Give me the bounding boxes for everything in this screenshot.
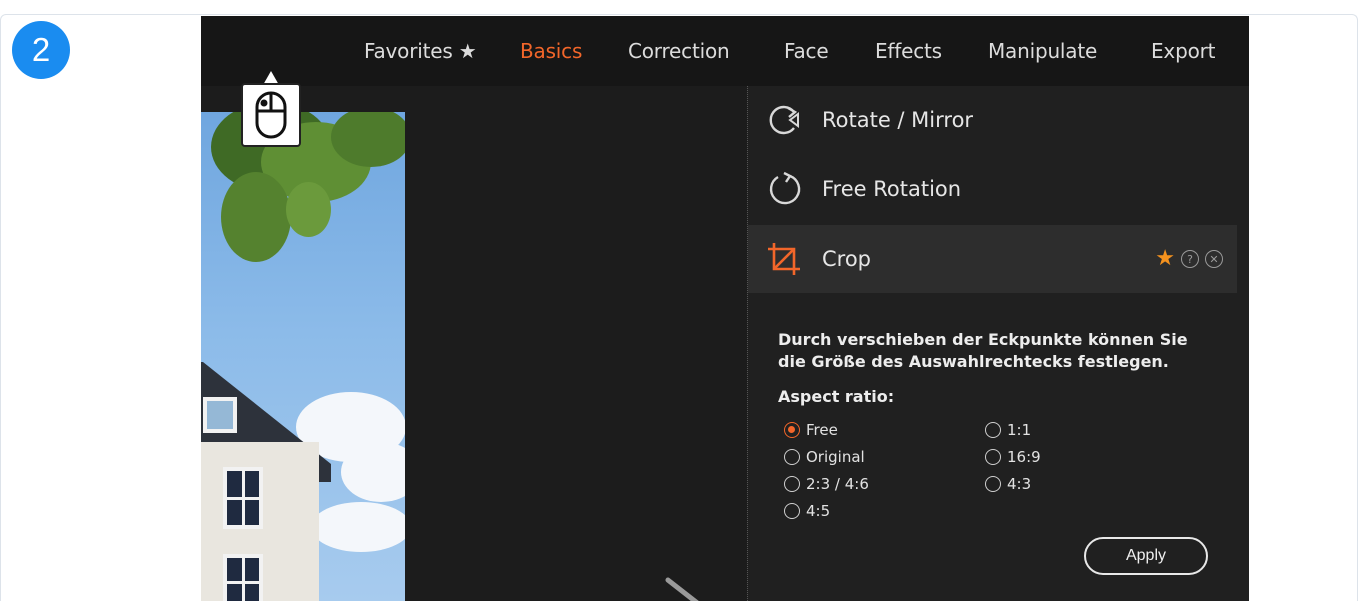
cloud (311, 502, 405, 552)
photo-editor-window: Favorites ★ Basics Correction Face Effec… (201, 16, 1249, 601)
aspect-option-label: 1:1 (1007, 421, 1032, 439)
tools-panel: Rotate / Mirror Free Rotation Crop ★ ? ✕… (747, 86, 1249, 601)
tool-label: Free Rotation (822, 177, 962, 201)
aspect-option-label: 16:9 (1007, 448, 1041, 466)
tool-rotate-mirror[interactable]: Rotate / Mirror (748, 86, 1237, 154)
apply-button[interactable]: Apply (1084, 537, 1208, 575)
free-rotation-icon (769, 171, 801, 205)
aspect-option-2-3[interactable]: 2:3 / 4:6 (784, 475, 869, 493)
close-icon[interactable]: ✕ (1205, 250, 1223, 268)
tool-label: Rotate / Mirror (822, 108, 974, 132)
aspect-option-4-3[interactable]: 4:3 (985, 475, 1031, 493)
cloud (341, 442, 405, 502)
rotate-mirror-icon (769, 105, 799, 135)
radio-button-icon[interactable] (985, 422, 1001, 438)
aspect-option-label: Free (806, 421, 838, 439)
radio-button-icon[interactable] (985, 449, 1001, 465)
top-navigation: Favorites ★ Basics Correction Face Effec… (201, 16, 1249, 86)
radio-button-icon[interactable] (784, 422, 800, 438)
nav-effects[interactable]: Effects (875, 39, 942, 63)
aspect-option-label: 2:3 / 4:6 (806, 475, 869, 493)
radio-button-icon[interactable] (784, 476, 800, 492)
mouse-hint (241, 71, 301, 147)
tree-foliage (221, 172, 291, 262)
aspect-option-label: Original (806, 448, 865, 466)
favorite-star-icon[interactable]: ★ (1155, 248, 1175, 270)
photo-canvas[interactable] (201, 112, 405, 601)
nav-basics[interactable]: Basics (520, 39, 582, 63)
aspect-option-free[interactable]: Free (784, 421, 838, 439)
nav-favorites[interactable]: Favorites ★ (364, 39, 477, 63)
nav-face[interactable]: Face (784, 39, 829, 63)
tool-free-rotation[interactable]: Free Rotation (748, 155, 1237, 223)
radio-button-icon[interactable] (985, 476, 1001, 492)
aspect-option-label: 4:3 (1007, 475, 1032, 493)
aspect-option-label: 4:5 (806, 502, 831, 520)
house-window (223, 467, 263, 529)
aspect-option-original[interactable]: Original (784, 448, 865, 466)
nav-correction[interactable]: Correction (628, 39, 730, 63)
crop-row-actions: ★ ? ✕ (1155, 248, 1223, 270)
aspect-option-4-5[interactable]: 4:5 (784, 502, 830, 520)
aspect-option-16-9[interactable]: 16:9 (985, 448, 1041, 466)
crop-description: Durch verschieben der Eckpunkte können S… (778, 330, 1188, 371)
step-badge: 2 (12, 21, 70, 79)
aspect-ratio-title: Aspect ratio: (778, 387, 895, 406)
mouse-icon (241, 83, 301, 147)
house-window (223, 554, 263, 601)
nav-export[interactable]: Export (1151, 39, 1215, 63)
crop-handle[interactable] (664, 576, 715, 601)
tree-foliage (286, 182, 331, 237)
help-icon[interactable]: ? (1181, 250, 1199, 268)
aspect-option-1-1[interactable]: 1:1 (985, 421, 1031, 439)
tool-label: Crop (822, 247, 872, 271)
radio-button-icon[interactable] (784, 503, 800, 519)
nav-manipulate[interactable]: Manipulate (988, 39, 1097, 63)
crop-icon (768, 243, 800, 275)
radio-button-icon[interactable] (784, 449, 800, 465)
house-facade (201, 397, 319, 601)
dormer-window (203, 397, 237, 433)
tool-crop[interactable]: Crop ★ ? ✕ (748, 225, 1237, 293)
